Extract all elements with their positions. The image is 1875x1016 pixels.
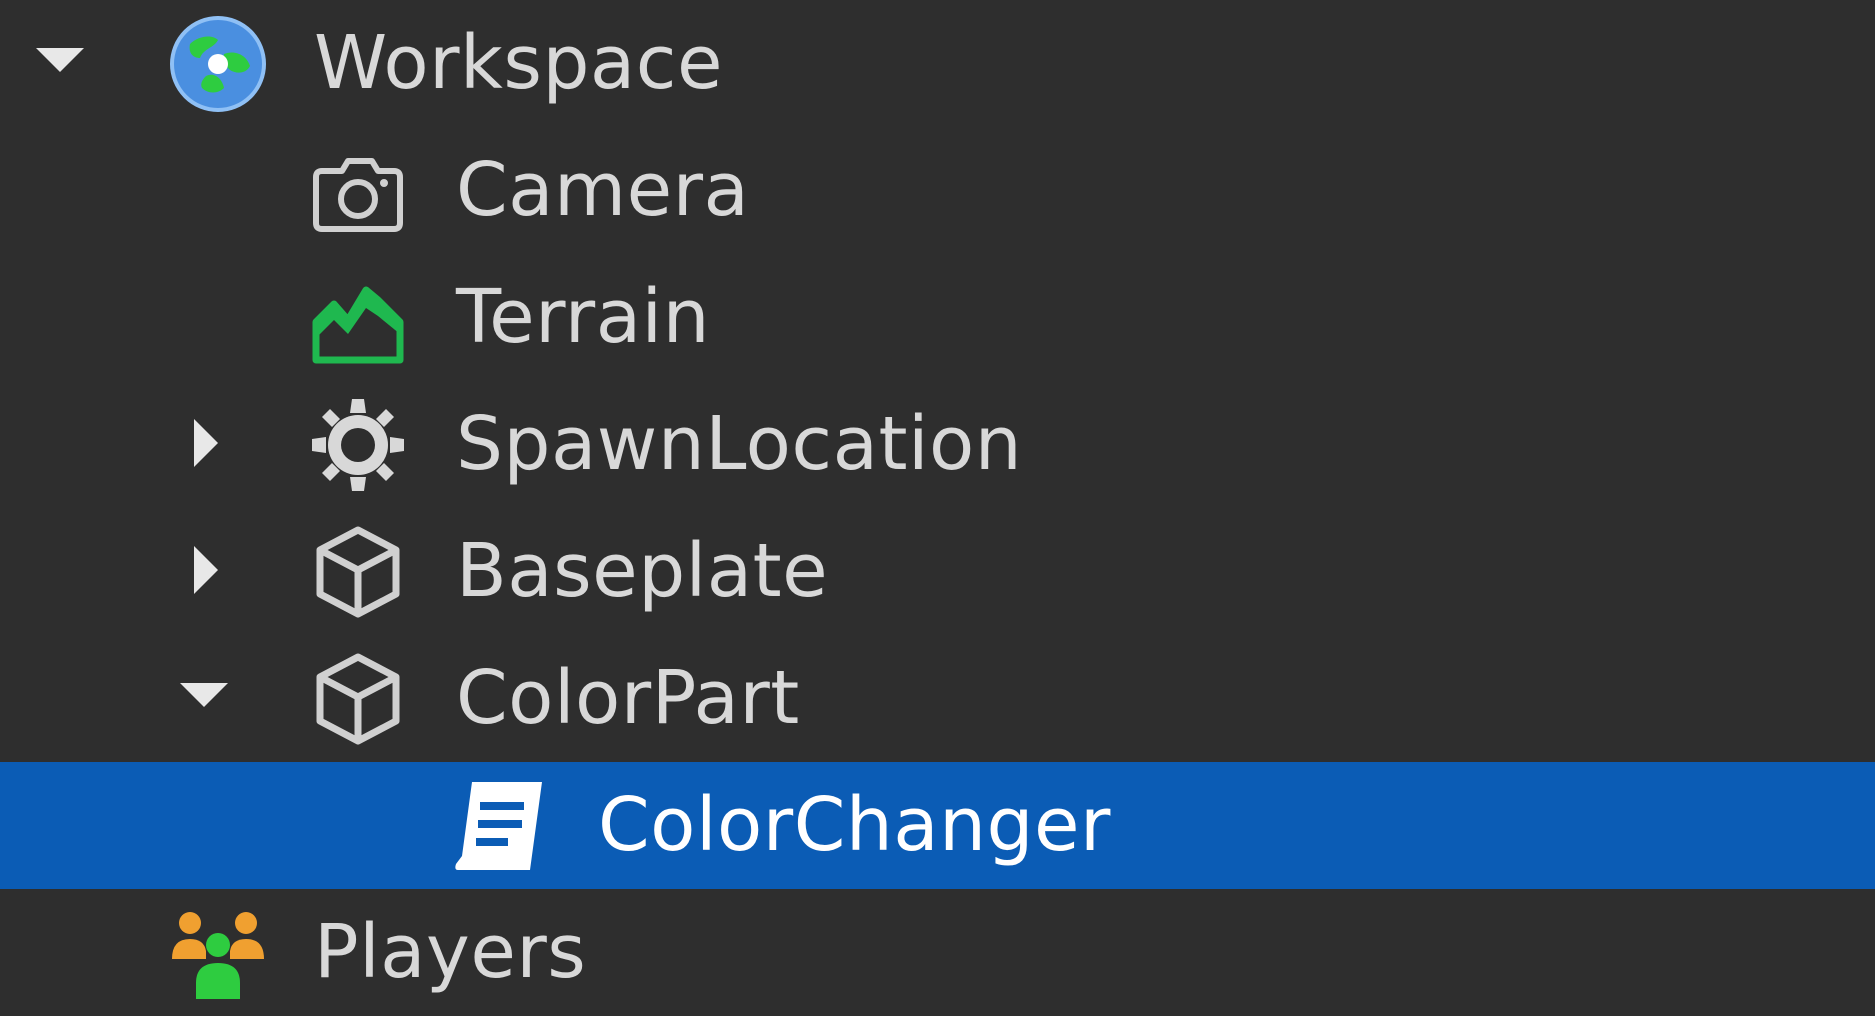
chevron-right-icon — [194, 546, 218, 594]
tree-item-baseplate[interactable]: Baseplate — [0, 508, 1875, 635]
spawn-gear-icon — [308, 395, 408, 495]
tree-item-camera[interactable]: Camera — [0, 127, 1875, 254]
tree-item-label: ColorChanger — [598, 782, 1111, 868]
tree-item-players[interactable]: Players — [0, 889, 1875, 1016]
tree-item-terrain[interactable]: Terrain — [0, 254, 1875, 381]
tree-item-label: Camera — [456, 147, 750, 233]
explorer-tree: Workspace Camera Terrain SpawnLocation B… — [0, 0, 1875, 1013]
chevron-down-icon — [36, 48, 84, 72]
expand-toggle-spawnlocation[interactable] — [162, 381, 234, 508]
chevron-right-icon — [194, 419, 218, 467]
script-icon — [450, 776, 550, 876]
tree-item-workspace[interactable]: Workspace — [0, 0, 1875, 127]
part-cube-icon — [308, 649, 408, 749]
expand-toggle-baseplate[interactable] — [162, 508, 234, 635]
tree-item-colorpart[interactable]: ColorPart — [0, 635, 1875, 762]
tree-item-label: Terrain — [456, 274, 711, 360]
expand-toggle-workspace[interactable] — [18, 0, 90, 127]
tree-item-spawnlocation[interactable]: SpawnLocation — [0, 381, 1875, 508]
tree-item-colorchanger[interactable]: ColorChanger — [0, 762, 1875, 889]
tree-item-label: Players — [314, 909, 587, 995]
camera-icon — [308, 141, 408, 241]
tree-item-label: Baseplate — [456, 528, 829, 614]
tree-item-label: SpawnLocation — [456, 401, 1023, 487]
tree-item-label: Workspace — [314, 20, 723, 106]
players-icon — [168, 903, 268, 1003]
terrain-icon — [308, 268, 408, 368]
tree-item-label: ColorPart — [456, 655, 800, 741]
expand-toggle-colorpart[interactable] — [162, 635, 234, 762]
part-cube-icon — [308, 522, 408, 622]
globe-icon — [168, 14, 268, 114]
chevron-down-icon — [180, 683, 228, 707]
